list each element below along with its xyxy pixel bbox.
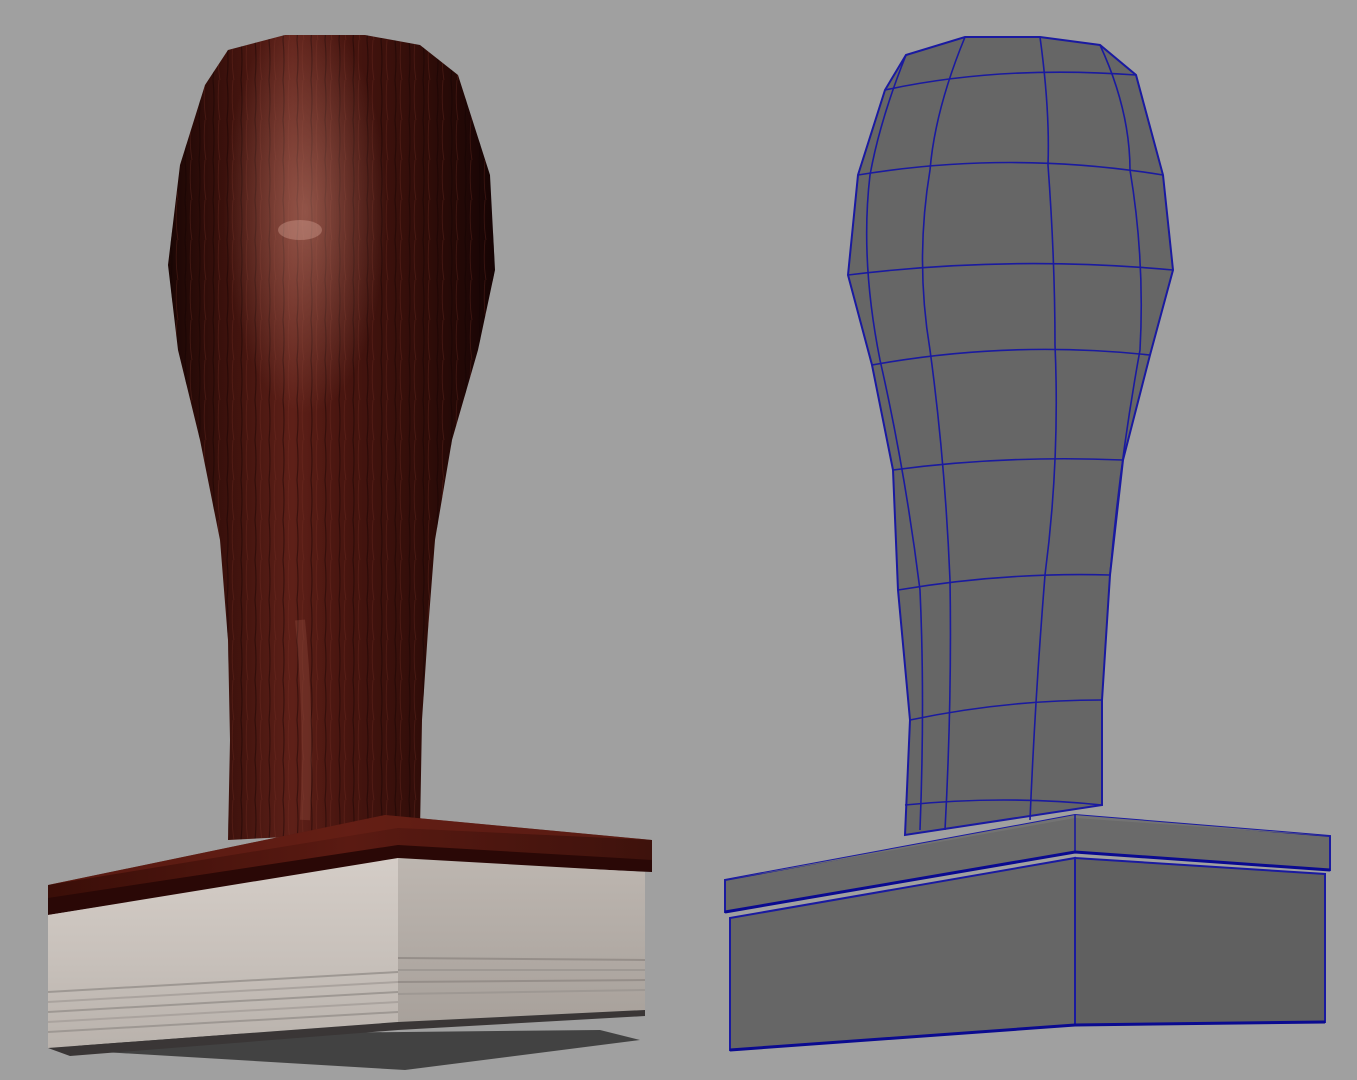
textured-render-panel bbox=[0, 0, 690, 1080]
3d-viewport bbox=[0, 0, 1357, 1080]
textured-stamp-render bbox=[0, 0, 690, 1080]
wireframe-panel bbox=[690, 0, 1357, 1080]
wireframe-stamp-render bbox=[690, 0, 1357, 1080]
